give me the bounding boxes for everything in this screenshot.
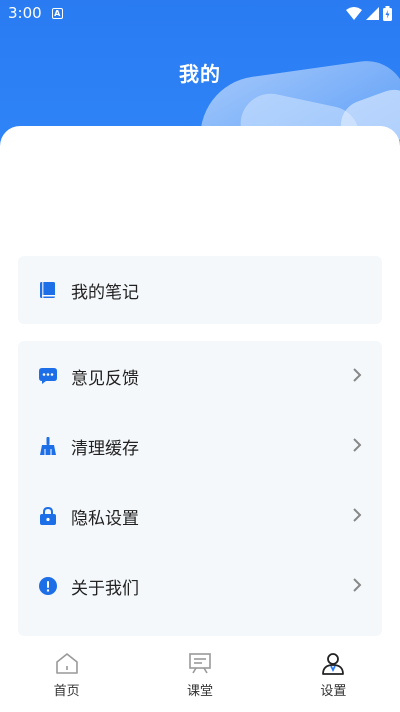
home-icon xyxy=(54,650,80,676)
status-bar: 3:00 A xyxy=(0,0,400,26)
chevron-right-icon xyxy=(352,367,362,386)
notebook-icon xyxy=(38,280,58,300)
broom-icon xyxy=(38,436,58,456)
page-title: 我的 xyxy=(179,62,221,86)
menu-item-clear-cache[interactable]: 清理缓存 xyxy=(18,411,382,481)
settings-group: 意见反馈 清理缓存 隐私设置 关于我们 xyxy=(18,341,382,636)
tab-classroom[interactable]: 课堂 xyxy=(133,636,266,712)
bottom-tab-bar: 首页 课堂 设置 xyxy=(0,636,400,712)
status-time: 3:00 xyxy=(8,4,42,22)
tab-settings[interactable]: 设置 xyxy=(267,636,400,712)
battery-icon xyxy=(383,5,392,21)
notification-icon: A xyxy=(51,7,63,19)
menu-item-label: 意见反馈 xyxy=(71,368,139,389)
lock-icon xyxy=(38,506,58,526)
menu-item-privacy[interactable]: 隐私设置 xyxy=(18,481,382,551)
menu-item-label: 清理缓存 xyxy=(71,438,139,459)
menu-item-label: 关于我们 xyxy=(71,578,139,599)
chevron-right-icon xyxy=(352,437,362,456)
chevron-right-icon xyxy=(352,577,362,596)
chevron-right-icon xyxy=(352,507,362,526)
chat-icon xyxy=(38,366,58,386)
menu-item-feedback[interactable]: 意见反馈 xyxy=(18,341,382,411)
tab-label: 首页 xyxy=(53,684,80,699)
tab-label: 课堂 xyxy=(186,684,213,699)
wifi-icon xyxy=(346,6,362,20)
menu-item-label: 隐私设置 xyxy=(71,508,139,529)
info-icon xyxy=(38,576,58,596)
user-icon xyxy=(320,650,346,676)
notes-group: 我的笔记 xyxy=(18,256,382,324)
tab-label: 设置 xyxy=(320,684,347,699)
signal-icon xyxy=(366,6,379,20)
menu-item-notes[interactable]: 我的笔记 xyxy=(18,256,382,324)
tab-home[interactable]: 首页 xyxy=(0,636,133,712)
classroom-icon xyxy=(187,650,213,676)
menu-item-label: 我的笔记 xyxy=(71,282,139,303)
menu-item-about[interactable]: 关于我们 xyxy=(18,551,382,621)
